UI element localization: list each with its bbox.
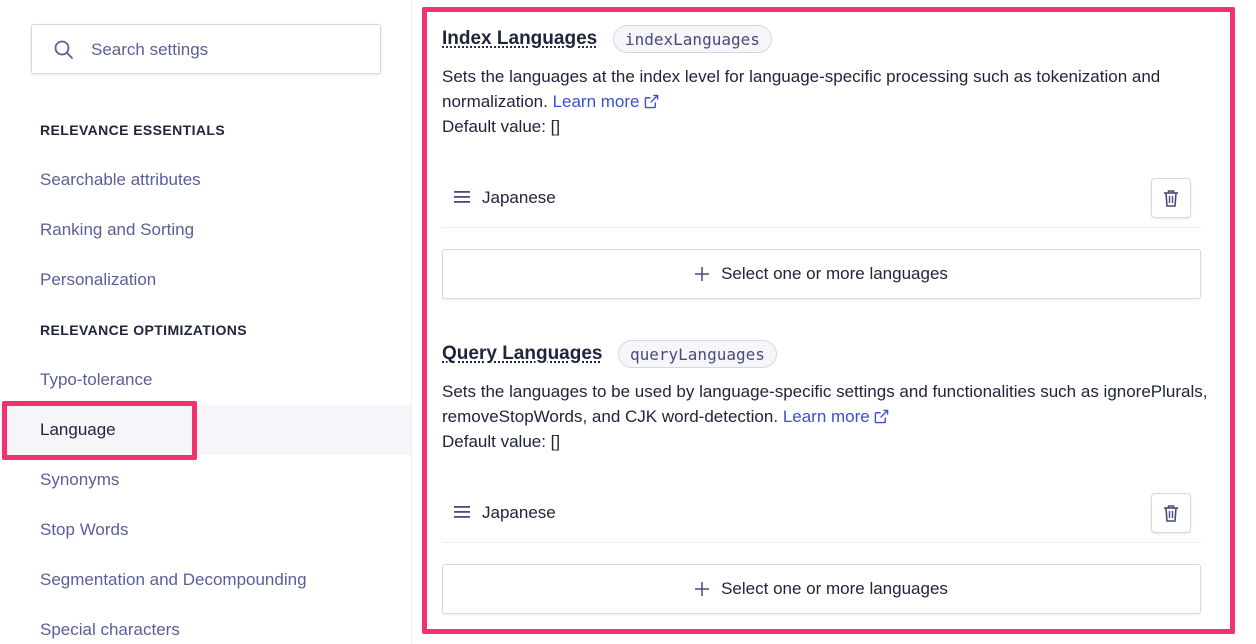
trash-icon <box>1164 505 1178 522</box>
index-languages-description: Sets the languages at the index level fo… <box>442 64 1212 139</box>
index-language-row: Japanese <box>442 168 1201 228</box>
query-languages-learn-more-link[interactable]: Learn more <box>783 407 889 426</box>
query-language-name: Japanese <box>482 502 556 522</box>
drag-handle-icon[interactable] <box>454 191 470 203</box>
search-input[interactable] <box>91 38 371 62</box>
learn-more-label: Learn more <box>782 407 870 426</box>
sidebar-item-searchable-attributes[interactable]: Searchable attributes <box>0 155 411 205</box>
index-languages-title: Index Languages <box>442 28 598 49</box>
external-link-icon <box>874 409 889 424</box>
sidebar-item-language[interactable]: Language <box>0 405 411 455</box>
external-link-icon <box>644 94 658 109</box>
trash-icon <box>1164 190 1178 207</box>
plus-icon <box>695 267 710 281</box>
index-languages-description-text: Sets the languages at the index level fo… <box>442 67 1161 111</box>
sidebar-item-personalization[interactable]: Personalization <box>0 255 411 305</box>
remove-index-language-button[interactable] <box>1151 178 1191 218</box>
nav-heading-relevance-optimizations: RELEVANCE OPTIMIZATIONS <box>40 322 248 338</box>
query-languages-description: Sets the languages to be used by languag… <box>442 379 1212 454</box>
sidebar-item-segmentation-and-decompounding[interactable]: Segmentation and Decompounding <box>0 555 411 605</box>
settings-sidebar: RELEVANCE ESSENTIALS Searchable attribut… <box>0 0 412 644</box>
query-languages-code: queryLanguages <box>618 340 777 368</box>
search-icon <box>54 40 73 59</box>
query-languages-default-value: Default value: [] <box>442 432 561 451</box>
drag-handle-icon[interactable] <box>454 506 470 518</box>
sidebar-item-typo-tolerance[interactable]: Typo-tolerance <box>0 355 411 405</box>
add-index-languages-button[interactable]: Select one or more languages <box>442 249 1201 299</box>
index-languages-default-value: Default value: [] <box>442 117 561 136</box>
add-query-languages-button[interactable]: Select one or more languages <box>442 564 1201 614</box>
remove-query-language-button[interactable] <box>1151 493 1191 533</box>
sidebar-item-stop-words[interactable]: Stop Words <box>0 505 411 555</box>
index-language-name: Japanese <box>482 187 556 207</box>
index-languages-code: indexLanguages <box>613 25 772 53</box>
query-languages-title: Query Languages <box>442 343 603 364</box>
sidebar-item-special-characters[interactable]: Special characters <box>0 605 411 644</box>
index-languages-learn-more-link[interactable]: Learn more <box>553 92 659 111</box>
search-box[interactable] <box>31 24 381 74</box>
add-index-languages-label: Select one or more languages <box>721 264 948 283</box>
query-language-row: Japanese <box>442 483 1201 543</box>
learn-more-label: Learn more <box>552 92 640 111</box>
add-query-languages-label: Select one or more languages <box>721 579 948 598</box>
sidebar-item-ranking-and-sorting[interactable]: Ranking and Sorting <box>0 205 411 255</box>
plus-icon <box>695 582 710 596</box>
nav-heading-relevance-essentials: RELEVANCE ESSENTIALS <box>40 122 226 138</box>
sidebar-item-synonyms[interactable]: Synonyms <box>0 455 411 505</box>
